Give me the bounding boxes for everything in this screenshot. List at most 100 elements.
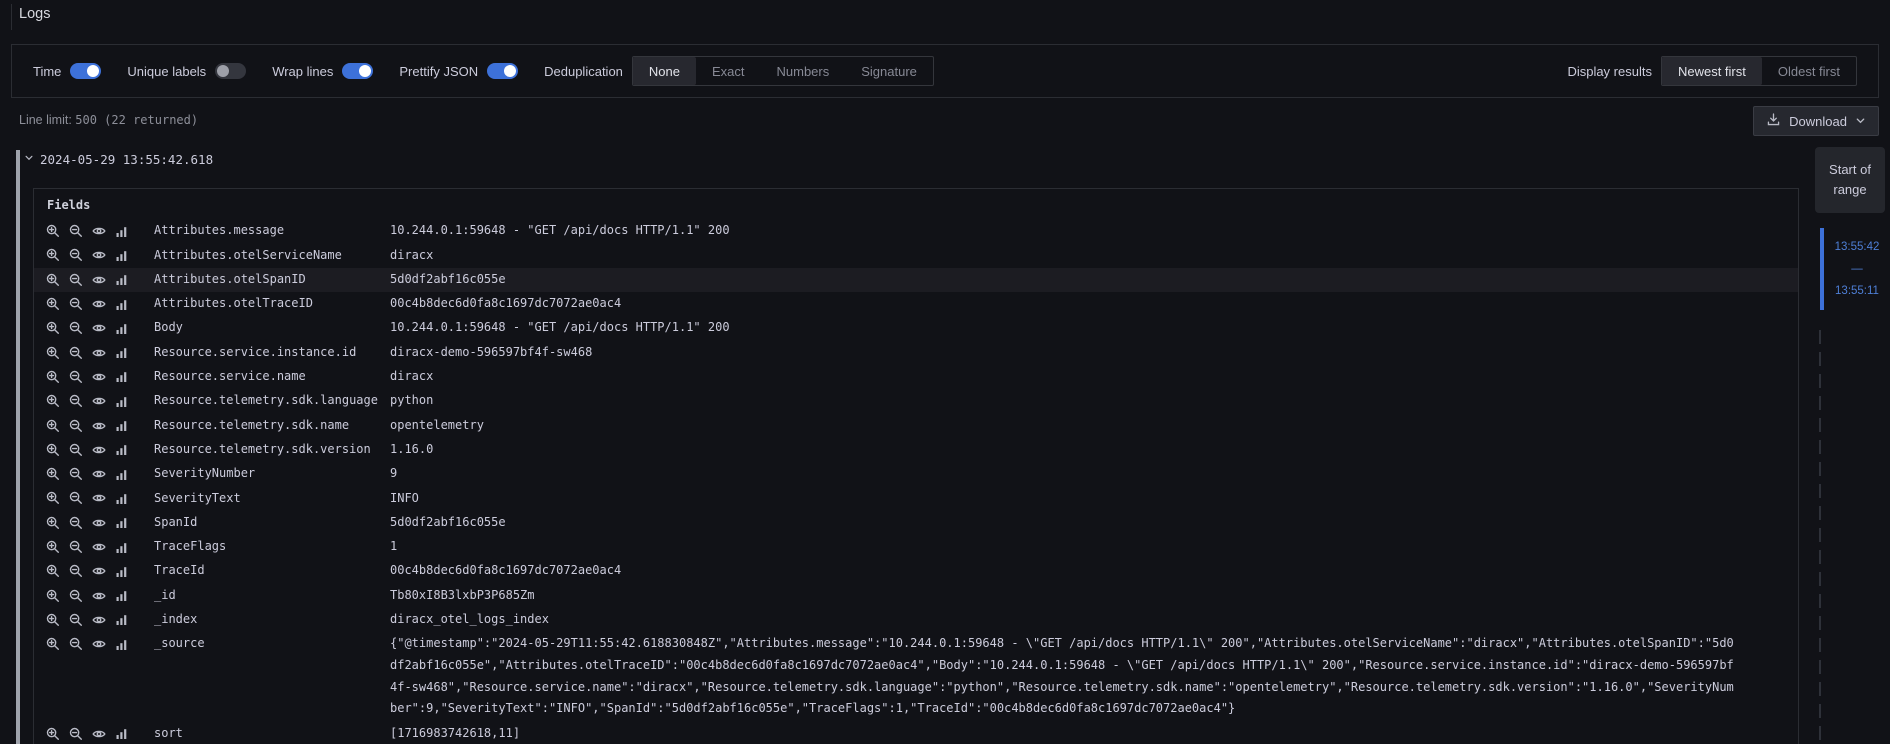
dedup-option-signature[interactable]: Signature [845, 57, 933, 85]
search-minus-icon[interactable] [69, 589, 83, 603]
eye-icon[interactable] [92, 419, 106, 433]
stats-icon[interactable] [115, 613, 128, 627]
line-limit-value: 500 (22 returned) [75, 113, 198, 127]
search-minus-icon[interactable] [69, 727, 83, 741]
toggle-unique-labels-label: Unique labels [127, 64, 206, 79]
field-value: INFO [390, 488, 1738, 510]
search-plus-icon[interactable] [46, 273, 60, 287]
search-plus-icon[interactable] [46, 540, 60, 554]
display-option-oldest-first[interactable]: Oldest first [1762, 57, 1856, 85]
dedup-option-exact[interactable]: Exact [696, 57, 761, 85]
stats-icon[interactable] [115, 467, 128, 481]
eye-icon[interactable] [92, 443, 106, 457]
dedup-option-numbers[interactable]: Numbers [761, 57, 846, 85]
field-name: SeverityText [154, 488, 390, 510]
stats-icon[interactable] [115, 248, 128, 262]
stats-icon[interactable] [115, 419, 128, 433]
time-toggle[interactable] [70, 63, 101, 79]
search-minus-icon[interactable] [69, 564, 83, 578]
stats-icon[interactable] [115, 370, 128, 384]
search-minus-icon[interactable] [69, 224, 83, 238]
search-minus-icon[interactable] [69, 443, 83, 457]
search-minus-icon[interactable] [69, 613, 83, 627]
search-plus-icon[interactable] [46, 613, 60, 627]
eye-icon[interactable] [92, 273, 106, 287]
stats-icon[interactable] [115, 540, 128, 554]
search-plus-icon[interactable] [46, 516, 60, 530]
eye-icon[interactable] [92, 637, 106, 651]
search-plus-icon[interactable] [46, 727, 60, 741]
search-minus-icon[interactable] [69, 394, 83, 408]
search-plus-icon[interactable] [46, 419, 60, 433]
eye-icon[interactable] [92, 346, 106, 360]
display-option-newest-first[interactable]: Newest first [1662, 57, 1762, 85]
stats-icon[interactable] [115, 637, 128, 651]
search-minus-icon[interactable] [69, 467, 83, 481]
wrap-lines-toggle[interactable] [342, 63, 373, 79]
eye-icon[interactable] [92, 321, 106, 335]
search-plus-icon[interactable] [46, 370, 60, 384]
search-minus-icon[interactable] [69, 419, 83, 433]
search-plus-icon[interactable] [46, 637, 60, 651]
eye-icon[interactable] [92, 491, 106, 505]
search-minus-icon[interactable] [69, 321, 83, 335]
field-row-actions [46, 633, 154, 655]
field-value: 00c4b8dec6d0fa8c1697dc7072ae0ac4 [390, 560, 1738, 582]
search-minus-icon[interactable] [69, 273, 83, 287]
search-minus-icon[interactable] [69, 346, 83, 360]
search-plus-icon[interactable] [46, 564, 60, 578]
field-row: TraceFlags 1 [34, 535, 1798, 559]
stats-icon[interactable] [115, 346, 128, 360]
eye-icon[interactable] [92, 516, 106, 530]
search-plus-icon[interactable] [46, 321, 60, 335]
search-plus-icon[interactable] [46, 297, 60, 311]
stats-icon[interactable] [115, 394, 128, 408]
stats-icon[interactable] [115, 224, 128, 238]
eye-icon[interactable] [92, 727, 106, 741]
toggle-time-label: Time [33, 64, 61, 79]
eye-icon[interactable] [92, 589, 106, 603]
stats-icon[interactable] [115, 491, 128, 505]
stats-icon[interactable] [115, 564, 128, 578]
log-row-header[interactable]: 2024-05-29 13:55:42.618 [24, 150, 213, 168]
stats-icon[interactable] [115, 727, 128, 741]
search-plus-icon[interactable] [46, 467, 60, 481]
search-minus-icon[interactable] [69, 516, 83, 530]
search-plus-icon[interactable] [46, 589, 60, 603]
eye-icon[interactable] [92, 370, 106, 384]
search-minus-icon[interactable] [69, 370, 83, 384]
download-button[interactable]: Download [1753, 106, 1879, 136]
eye-icon[interactable] [92, 467, 106, 481]
eye-icon[interactable] [92, 564, 106, 578]
search-plus-icon[interactable] [46, 346, 60, 360]
search-plus-icon[interactable] [46, 443, 60, 457]
deduplication-label: Deduplication [544, 64, 623, 79]
search-minus-icon[interactable] [69, 248, 83, 262]
search-minus-icon[interactable] [69, 297, 83, 311]
search-minus-icon[interactable] [69, 540, 83, 554]
stats-icon[interactable] [115, 297, 128, 311]
prettify-json-toggle[interactable] [487, 63, 518, 79]
eye-icon[interactable] [92, 248, 106, 262]
field-row-actions [46, 342, 154, 364]
eye-icon[interactable] [92, 540, 106, 554]
field-value: {"@timestamp":"2024-05-29T11:55:42.61883… [390, 633, 1738, 720]
search-minus-icon[interactable] [69, 491, 83, 505]
stats-icon[interactable] [115, 589, 128, 603]
search-plus-icon[interactable] [46, 394, 60, 408]
unique-labels-toggle[interactable] [215, 63, 246, 79]
stats-icon[interactable] [115, 443, 128, 457]
eye-icon[interactable] [92, 613, 106, 627]
eye-icon[interactable] [92, 394, 106, 408]
eye-icon[interactable] [92, 297, 106, 311]
search-plus-icon[interactable] [46, 248, 60, 262]
stats-icon[interactable] [115, 321, 128, 335]
search-minus-icon[interactable] [69, 637, 83, 651]
search-plus-icon[interactable] [46, 491, 60, 505]
search-plus-icon[interactable] [46, 224, 60, 238]
stats-icon[interactable] [115, 273, 128, 287]
eye-icon[interactable] [92, 224, 106, 238]
stats-icon[interactable] [115, 516, 128, 530]
dedup-option-none[interactable]: None [633, 57, 696, 85]
field-value: Tb80xI8B3lxbP3P685Zm [390, 585, 1738, 607]
